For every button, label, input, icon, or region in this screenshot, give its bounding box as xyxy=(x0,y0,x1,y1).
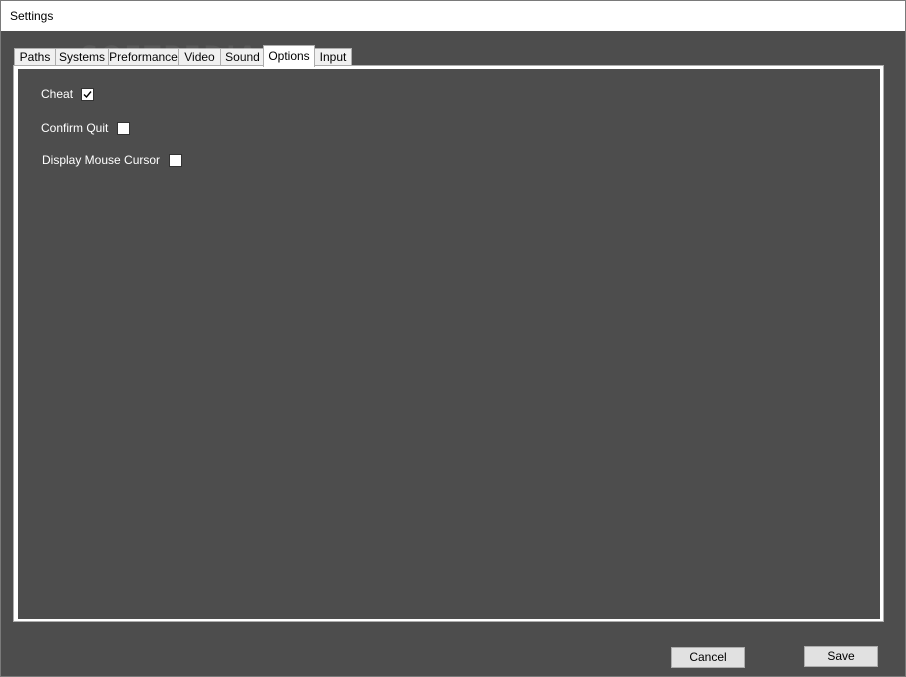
confirm-quit-label: Confirm Quit xyxy=(41,121,109,135)
display-mouse-cursor-checkbox[interactable] xyxy=(169,153,183,167)
save-button[interactable]: Save xyxy=(804,646,878,667)
tab-label: Input xyxy=(319,50,347,64)
tab-input[interactable]: Input xyxy=(314,48,352,66)
window-title: Settings xyxy=(10,9,54,23)
tab-sound[interactable]: Sound xyxy=(220,48,265,66)
display-mouse-cursor-label: Display Mouse Cursor xyxy=(42,153,161,167)
options-panel: Cheat Confirm Quit Display Mouse Cursor xyxy=(18,69,880,619)
option-cheat: Cheat xyxy=(41,87,95,101)
tab-video[interactable]: Video xyxy=(178,48,221,66)
tab-label: Options xyxy=(268,49,310,63)
options-tab-page: Cheat Confirm Quit Display Mouse Cursor xyxy=(13,65,884,622)
tab-label: Video xyxy=(184,50,215,64)
cheat-checkbox[interactable] xyxy=(81,87,95,101)
tab-paths[interactable]: Paths xyxy=(14,48,56,66)
tab-systems[interactable]: Systems xyxy=(55,48,109,66)
option-display-mouse-cursor: Display Mouse Cursor xyxy=(42,153,183,167)
tab-label: Preformance xyxy=(109,50,178,64)
settings-window: Settings Paths Systems Preformance Video… xyxy=(0,0,906,677)
tab-label: Sound xyxy=(225,50,260,64)
tab-label: Paths xyxy=(19,50,51,64)
tab-options[interactable]: Options xyxy=(263,45,315,67)
option-confirm-quit: Confirm Quit xyxy=(41,121,131,135)
tab-label: Systems xyxy=(58,50,105,64)
cancel-button[interactable]: Cancel xyxy=(671,647,745,668)
title-bar[interactable]: Settings xyxy=(1,1,905,31)
checkmark-icon xyxy=(83,90,92,98)
tab-performance[interactable]: Preformance xyxy=(108,48,179,66)
cheat-label: Cheat xyxy=(41,87,74,101)
confirm-quit-checkbox[interactable] xyxy=(117,121,131,135)
